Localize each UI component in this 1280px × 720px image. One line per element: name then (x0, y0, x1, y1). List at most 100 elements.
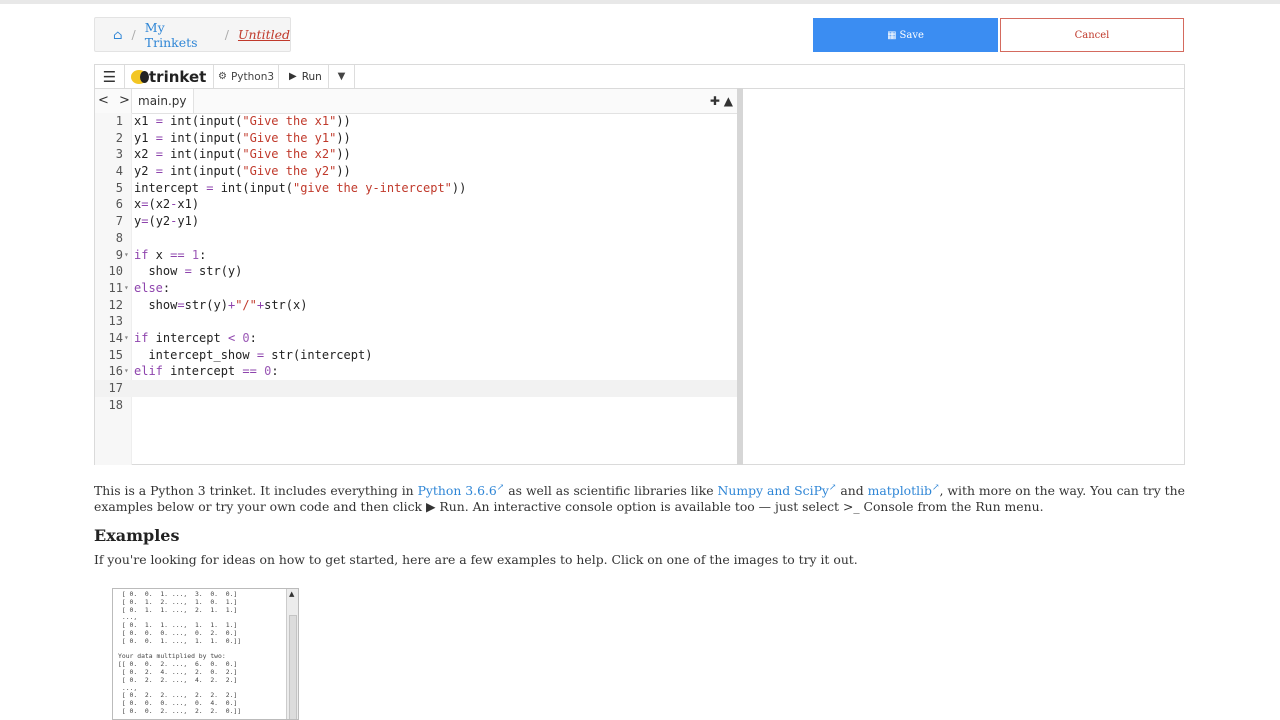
language-indicator: ⚙ Python3 (213, 65, 279, 88)
code-text: y1 = int(input("Give the y1")) (134, 130, 351, 145)
description-text: as well as scientific libraries like (504, 483, 718, 499)
examples-heading: Examples (94, 526, 180, 545)
trinket-description: This is a Python 3 trinket. It includes … (94, 480, 1194, 515)
matplotlib-link[interactable]: matplotlib (868, 483, 932, 498)
breadcrumb-my-trinkets[interactable]: My Trinkets (145, 20, 216, 50)
line-number: 12 (108, 297, 123, 312)
breadcrumb: ⌂ / My Trinkets / Untitled (94, 17, 291, 52)
line-number: 3 (115, 147, 123, 162)
example-thumbnail[interactable]: [ 0. 0. 1. ..., 3. 0. 0.] [ 0. 1. 2. ...… (112, 588, 299, 720)
code-line[interactable]: 16 ▾ elif intercept == 0: (95, 363, 739, 380)
line-number: 13 (108, 314, 123, 329)
tab-main-py[interactable]: main.py (131, 89, 194, 113)
breadcrumb-separator: / (224, 27, 229, 42)
save-label: Save (899, 29, 924, 41)
code-text: show = str(y) (134, 264, 243, 279)
line-number: 1 (115, 114, 123, 128)
line-number: 6 (115, 197, 123, 212)
code-text: y=(y2-y1) (134, 214, 200, 229)
run-button[interactable]: ▶ Run (279, 65, 329, 88)
save-button[interactable]: ▦ Save (813, 18, 998, 52)
code-text: x2 = int(input("Give the x2")) (134, 147, 351, 162)
floppy-icon: ▦ (887, 29, 897, 41)
line-number: 16 (108, 364, 123, 379)
code-text: x=(x2-x1) (134, 197, 200, 212)
code-line[interactable]: 10 show = str(y) (95, 263, 739, 280)
trinket-logo[interactable]: trinket (125, 65, 213, 88)
run-menu-dropdown-icon[interactable]: ▼ (329, 65, 355, 88)
example-output-text: [ 0. 0. 1. ..., 3. 0. 0.] [ 0. 1. 2. ...… (118, 590, 242, 715)
code-text: intercept = int(input("give the y-interc… (134, 180, 467, 195)
fold-arrow-icon[interactable]: ▾ (124, 363, 129, 380)
code-text: intercept_show = str(intercept) (134, 347, 373, 362)
code-line[interactable]: 2 y1 = int(input("Give the y1")) (95, 130, 739, 147)
brand-name: trinket (149, 67, 207, 86)
code-text: x1 = int(input("Give the x1")) (134, 114, 351, 128)
python-version-link[interactable]: Python 3.6.6 (418, 483, 497, 498)
scroll-up-icon: ▲ (289, 590, 295, 598)
code-editor[interactable]: < > main.py ✚ ▲ 1 x1 = int(input("Give th… (94, 88, 740, 465)
code-line[interactable]: 11 ▾ else: (95, 280, 739, 297)
line-number: 14 (108, 330, 123, 345)
breadcrumb-separator: / (131, 27, 136, 42)
top-border (0, 0, 1280, 4)
python-icon: ⚙ (218, 71, 227, 82)
line-number: 4 (115, 164, 123, 179)
fold-arrow-icon[interactable]: ▾ (124, 247, 129, 264)
code-line[interactable]: 15 intercept_show = str(intercept) (95, 347, 739, 364)
description-text: and (836, 483, 868, 499)
code-line[interactable]: 1 x1 = int(input("Give the x1")) (95, 113, 739, 130)
external-link-icon: ↗ (931, 483, 940, 493)
cancel-button[interactable]: Cancel (1000, 18, 1184, 52)
editor-toolbar: ☰ trinket ⚙ Python3 ▶ Run ▼ (94, 64, 1185, 88)
fold-arrow-icon[interactable]: ▾ (124, 330, 129, 347)
tab-actions: ✚ ▲ (710, 94, 733, 108)
code-text: if x == 1: (134, 247, 207, 262)
line-number: 11 (108, 280, 123, 295)
home-icon[interactable]: ⌂ (113, 27, 123, 42)
output-pane[interactable] (743, 88, 1185, 465)
code-text: if intercept < 0: (134, 330, 257, 345)
code-line[interactable]: 17 (95, 380, 739, 397)
line-number: 9 (115, 247, 123, 262)
code-line[interactable]: 7 y=(y2-y1) (95, 213, 739, 230)
code-line[interactable]: 18 (95, 397, 739, 414)
line-number: 8 (115, 230, 123, 245)
line-number: 2 (115, 130, 123, 145)
trinket-title[interactable]: Untitled (238, 27, 290, 42)
numpy-scipy-link[interactable]: Numpy and SciPy (718, 483, 829, 498)
code-line[interactable]: 3 x2 = int(input("Give the x2")) (95, 146, 739, 163)
line-number: 17 (108, 381, 123, 395)
description-text: This is a Python 3 trinket. It includes … (94, 483, 418, 499)
thumbnail-scrollbar: ▲ (286, 589, 298, 719)
code-line[interactable]: 13 (95, 313, 739, 330)
run-label: Run (301, 70, 322, 83)
add-file-icon[interactable]: ✚ (710, 94, 720, 108)
examples-intro: If you're looking for ideas on how to ge… (94, 552, 858, 567)
line-number: 10 (108, 264, 123, 279)
upload-icon[interactable]: ▲ (724, 94, 733, 108)
line-number: 7 (115, 214, 123, 229)
code-line[interactable]: 14 ▾ if intercept < 0: (95, 330, 739, 347)
code-line[interactable]: 5 intercept = int(input("give the y-inter… (95, 180, 739, 197)
line-number: 18 (108, 397, 123, 412)
trinket-logo-icon (131, 69, 149, 84)
code-text: else: (134, 280, 171, 295)
code-text: elif intercept == 0: (134, 364, 279, 379)
hamburger-menu-icon[interactable]: ☰ (95, 65, 125, 88)
line-number: 15 (108, 347, 123, 362)
code-line[interactable]: 4 y2 = int(input("Give the y2")) (95, 163, 739, 180)
language-label: Python3 (230, 70, 275, 83)
file-tab-bar: < > main.py ✚ ▲ (95, 89, 739, 114)
code-lines[interactable]: 1 x1 = int(input("Give the x1")) 2 y1 = int… (95, 113, 739, 413)
line-number: 5 (115, 180, 123, 195)
code-line[interactable]: 8 (95, 230, 739, 247)
code-text: show=str(y)+"/"+str(x) (134, 297, 308, 312)
code-line[interactable]: 12 show=str(y)+"/"+str(x) (95, 297, 739, 314)
scroll-thumb (289, 615, 297, 719)
play-icon: ▶ (289, 71, 297, 82)
code-line[interactable]: 9 ▾ if x == 1: (95, 247, 739, 264)
fold-arrow-icon[interactable]: ▾ (124, 280, 129, 297)
code-line[interactable]: 6 x=(x2-x1) (95, 196, 739, 213)
tab-nav-arrows-icon[interactable]: < > (98, 93, 133, 108)
